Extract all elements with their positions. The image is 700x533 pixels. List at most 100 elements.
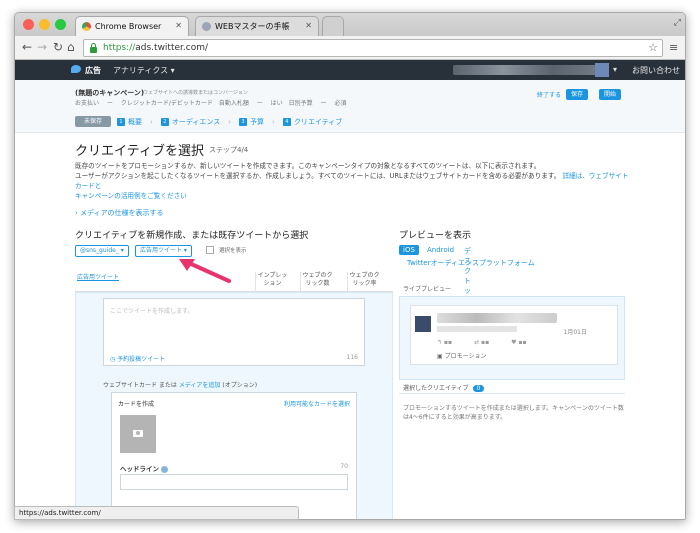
chevron-right-icon: ›: [228, 117, 232, 126]
twitter-bird-icon[interactable]: [71, 65, 81, 73]
tab-android[interactable]: Android: [427, 246, 454, 254]
avatar: [415, 316, 431, 332]
analytics-menu[interactable]: アナリティクス ▾: [113, 65, 175, 76]
web-page: 広告 アナリティクス ▾ ▾ お問い合わせ (無題のキャンペーン) ウェブサイト…: [15, 60, 685, 519]
step-indicator: ステップ4/4: [209, 146, 249, 154]
browser-tab-active[interactable]: Chrome Browser ✕: [75, 16, 189, 36]
use-cases-link[interactable]: キャンペーンの活用例をご覧ください: [75, 191, 630, 201]
tab-ios[interactable]: iOS: [399, 245, 419, 255]
live-preview-panel: 1月01日 ↰ ▪▪ ⇄ ▪▪ ♥ ▪▪ ▣ プロモーション: [399, 296, 625, 380]
preview-heading: プレビューを表示: [399, 231, 472, 241]
account-name-redacted: [453, 65, 603, 75]
media-spec-toggle[interactable]: › メディアの仕様を表示する: [75, 208, 164, 218]
close-tab-icon[interactable]: ✕: [175, 21, 182, 30]
tweet-type-dropdown[interactable]: 広告用ツイート ▾: [135, 245, 192, 257]
address-bar[interactable]: https://ads.twitter.com/ ☆: [83, 39, 663, 57]
step-label: オーディエンス: [171, 117, 221, 126]
step-label: 予算: [250, 117, 265, 126]
step-breadcrumb: 未保存 1 概要 › 2 オーディエンス › 3 予算 › 4 クリエイティブ: [75, 116, 350, 127]
selected-label-text: 選択したクリエイティブ: [403, 385, 469, 392]
browser-toolbar: ← → ↻ ⌂ https://ads.twitter.com/ ☆ ≡: [15, 36, 685, 60]
column-ad-tweet[interactable]: 広告用ツイート: [77, 272, 119, 281]
tweet-table-header: 広告用ツイート インプレッション ウェブのクリック数 ウェブのクリック率: [75, 268, 393, 292]
column-impressions[interactable]: インプレッション: [255, 272, 289, 292]
create-or-select-heading: クリエイティブを新規作成、または既存ツイートから選択: [75, 231, 309, 241]
start-button[interactable]: 開始: [599, 89, 622, 100]
select-available-card-link[interactable]: 利用可能なカードを選択: [284, 399, 350, 408]
schedule-tweet-link[interactable]: ◷ 予約投稿ツイート: [110, 354, 165, 363]
fullscreen-icon[interactable]: ⤢: [674, 18, 681, 28]
selected-creatives-label: 選択したクリエイティブ 0: [403, 383, 485, 392]
column-web-clicks[interactable]: ウェブのクリック数: [300, 272, 334, 292]
minimize-window-button[interactable]: [39, 19, 50, 30]
description: 既存のツイートをプロモーションするか、新しいツイートを作成できます。このキャンペ…: [75, 161, 630, 201]
contact-link[interactable]: お問い合わせ: [632, 65, 680, 76]
live-preview-label: ライブプレビュー: [403, 286, 452, 293]
card-image-upload[interactable]: [120, 415, 156, 453]
promoted-label: ▣ プロモーション: [437, 353, 487, 360]
account-dropdown[interactable]: @sns_guide_ ▾: [75, 245, 129, 257]
tab-title: WEBマスターの手帳: [215, 22, 290, 31]
selected-creatives-description: プロモーションするツイートを作成または選択します。キャンペーンのツイート数は4〜…: [403, 405, 624, 421]
step-label: 概要: [128, 117, 143, 126]
step-overview[interactable]: 1 概要: [117, 117, 142, 127]
reply-icon: ↰ ▪▪: [437, 339, 453, 346]
tweet-actions: ↰ ▪▪ ⇄ ▪▪ ♥ ▪▪: [437, 339, 527, 346]
headline-label: ヘッドライン: [120, 463, 168, 473]
website-card-text: ウェブサイトカード または: [103, 382, 177, 389]
description-line: 既存のツイートをプロモーションするか、新しいツイートを作成できます。このキャンペ…: [75, 162, 541, 170]
page-icon: [202, 22, 211, 31]
lock-icon: [90, 42, 97, 53]
avatar[interactable]: [595, 63, 609, 77]
add-media-link[interactable]: メディアを追加: [179, 382, 221, 389]
close-tab-icon[interactable]: ✕: [305, 21, 312, 30]
back-icon[interactable]: ←: [22, 40, 32, 54]
chrome-menu-icon[interactable]: ≡: [669, 41, 678, 55]
url-scheme: https://: [103, 43, 136, 53]
retweet-icon: ⇄ ▪▪: [474, 339, 490, 346]
composer-placeholder: ここでツイートを作成します。: [110, 308, 194, 315]
step-number: 3: [239, 117, 248, 126]
new-tab-button[interactable]: [322, 16, 344, 36]
step-creative[interactable]: 4 クリエイティブ: [282, 117, 343, 127]
description-line: ユーザーがアクションを起こしたくなるツイートを選択するか、作成しましょう。すべて…: [75, 172, 561, 180]
tweet-timestamp: 1月01日: [563, 329, 587, 336]
campaign-meta: お支払い ー クレジットカード/デビットカード 自動入札額 ー はい 日別予算 …: [75, 100, 347, 107]
headline-text: ヘッドライン: [120, 465, 159, 473]
step-budget[interactable]: 3 予算: [239, 117, 264, 127]
forward-icon[interactable]: →: [37, 40, 47, 54]
show-selected-checkbox[interactable]: [206, 246, 214, 254]
bookmark-star-icon[interactable]: ☆: [648, 41, 658, 54]
browser-tab[interactable]: WEBマスターの手帳 ✕: [195, 16, 319, 36]
campaign-header: (無題のキャンペーン) ウェブサイトへの誘導数またはコンバージョン お支払い ー…: [15, 80, 685, 133]
status-bar-url: https://ads.twitter.com/: [14, 506, 299, 520]
close-window-button[interactable]: [23, 19, 34, 30]
tab-audience-platform[interactable]: Twitterオーディエンスプラットフォーム: [407, 258, 535, 268]
like-icon: ♥ ▪▪: [511, 339, 527, 346]
selected-count-badge: 0: [472, 385, 485, 392]
save-button[interactable]: 保存: [566, 89, 589, 100]
tweet-composer[interactable]: ここでツイートを作成します。 ◷ 予約投稿ツイート 116: [103, 298, 365, 366]
tweet-text-redacted: [437, 326, 517, 332]
website-card-form: カードを作成 利用可能なカードを選択 ヘッドライン 70: [111, 392, 357, 519]
ads-brand[interactable]: 広告: [85, 65, 101, 76]
promoted-text: プロモーション: [444, 353, 487, 360]
reload-icon[interactable]: ↻: [53, 40, 63, 54]
divider: [399, 393, 625, 394]
camera-icon: [133, 430, 143, 437]
step-number: 4: [282, 117, 291, 126]
chevron-down-icon[interactable]: ▾: [613, 65, 617, 74]
column-web-click-rate[interactable]: ウェブのクリック率: [347, 272, 381, 292]
info-icon[interactable]: [161, 465, 168, 473]
tweet-preview-card: 1月01日 ↰ ▪▪ ⇄ ▪▪ ♥ ▪▪ ▣ プロモーション: [410, 305, 618, 365]
headline-char-limit: 70: [340, 463, 348, 470]
chrome-icon: [82, 22, 91, 31]
step-label: クリエイティブ: [293, 117, 343, 126]
end-button[interactable]: 終了する: [537, 90, 561, 99]
media-spec-label: メディアの仕様を表示する: [80, 209, 164, 217]
home-icon[interactable]: ⌂: [67, 40, 75, 54]
schedule-label: 予約投稿ツイート: [117, 356, 166, 363]
step-audience[interactable]: 2 オーディエンス: [160, 117, 221, 127]
headline-input[interactable]: [120, 474, 348, 490]
zoom-window-button[interactable]: [55, 19, 66, 30]
